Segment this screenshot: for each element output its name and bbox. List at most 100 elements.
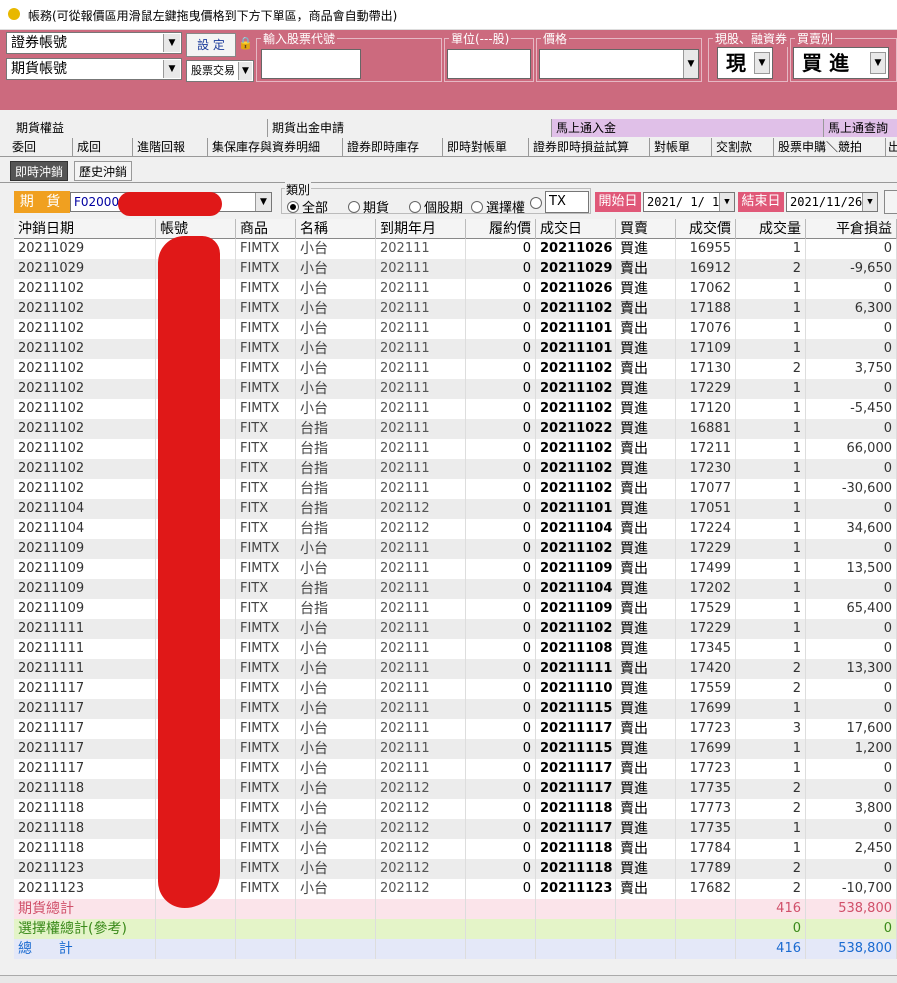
trade-type-select[interactable]: 股票交易 ▼ bbox=[186, 60, 254, 82]
table-row[interactable]: 20211123 FIMTX 小台 202112 0 20211123 賣出 17682 2 -1… bbox=[14, 879, 897, 899]
table-row[interactable]: 20211109 FITX 台指 202111 0 20211109 賣出 17529 1 65,… bbox=[14, 599, 897, 619]
table-row[interactable]: 20211102 FITX 台指 202111 0 20211022 買進 16881 1 0 bbox=[14, 419, 897, 439]
tab-more[interactable]: 出 bbox=[886, 138, 897, 156]
table-row[interactable]: 20211118 FIMTX 小台 202112 0 20211118 賣出 17773 2 3,… bbox=[14, 799, 897, 819]
product-input[interactable]: TX bbox=[545, 191, 589, 213]
table-row[interactable]: 20211102 FIMTX 小台 202111 0 20211101 買進 17109 1 0 bbox=[14, 339, 897, 359]
col-header-offset-date[interactable]: 沖銷日期 bbox=[14, 219, 156, 239]
table-row[interactable]: 20211111 FIMTX 小台 202111 0 20211102 買進 17229 1 0 bbox=[14, 619, 897, 639]
table-row[interactable]: 20211117 FIMTX 小台 202111 0 20211115 買進 17699 1 0 bbox=[14, 699, 897, 719]
table-row[interactable]: 20211118 FIMTX 小台 202112 0 20211118 賣出 17784 1 2,… bbox=[14, 839, 897, 859]
table-row[interactable]: 20211029 FIMTX 小台 202111 0 20211026 買進 16955 1 0 bbox=[14, 239, 897, 259]
cell-name: 台指 bbox=[296, 499, 376, 519]
tab-custody-inventory[interactable]: 集保庫存與資券明細 bbox=[208, 138, 343, 156]
table-row[interactable]: 20211111 FIMTX 小台 202111 0 20211108 買進 17345 1 0 bbox=[14, 639, 897, 659]
table-row[interactable]: 20211109 FIMTX 小台 202111 0 20211109 賣出 17499 1 13… bbox=[14, 559, 897, 579]
cell-price: 17109 bbox=[676, 339, 736, 359]
tab-futures-equity[interactable]: 期貨權益 bbox=[12, 119, 268, 137]
col-header-product[interactable]: 商品 bbox=[236, 219, 296, 239]
stock-code-input[interactable] bbox=[261, 49, 361, 79]
table-row[interactable]: 20211102 FIMTX 小台 202111 0 20211102 買進 17120 1 -5… bbox=[14, 399, 897, 419]
radio-product[interactable] bbox=[530, 197, 545, 212]
table-row[interactable]: 20211117 FIMTX 小台 202111 0 20211117 賣出 17723 3 17… bbox=[14, 719, 897, 739]
chevron-down-icon[interactable]: ▼ bbox=[683, 50, 698, 78]
cell-trade-date: 20211102 bbox=[536, 359, 616, 379]
table-row[interactable]: 20211109 FITX 台指 202111 0 20211104 買進 17202 1 0 bbox=[14, 579, 897, 599]
tab-realtime-statement[interactable]: 即時對帳單 bbox=[443, 138, 529, 156]
col-header-side[interactable]: 買賣 bbox=[616, 219, 676, 239]
table-row[interactable]: 20211117 FIMTX 小台 202111 0 20211110 買進 17559 2 0 bbox=[14, 679, 897, 699]
table-row[interactable]: 20211111 FIMTX 小台 202111 0 20211111 賣出 17420 2 13… bbox=[14, 659, 897, 679]
table-row[interactable]: 20211123 FIMTX 小台 202112 0 20211118 買進 17789 2 0 bbox=[14, 859, 897, 879]
tab-futures-withdraw[interactable]: 期貨出金申請 bbox=[268, 119, 552, 137]
col-header-expiry[interactable]: 到期年月 bbox=[376, 219, 466, 239]
tab-securities-inventory[interactable]: 證券即時庫存 bbox=[343, 138, 443, 156]
chevron-down-icon[interactable]: ▼ bbox=[255, 193, 271, 211]
table-row[interactable]: 20211029 FIMTX 小台 202111 0 20211029 賣出 16912 2 -9… bbox=[14, 259, 897, 279]
table-row[interactable]: 20211102 FIMTX 小台 202111 0 20211102 賣出 17188 1 6,… bbox=[14, 299, 897, 319]
cell-pnl: 0 bbox=[806, 459, 897, 479]
radio-all[interactable]: 全部 bbox=[287, 197, 328, 216]
table-row[interactable]: 20211102 FITX 台指 202111 0 20211102 賣出 17211 1 66,… bbox=[14, 439, 897, 459]
cash-margin-select[interactable]: 現 ▼ bbox=[717, 47, 773, 79]
table-row[interactable]: 20211117 FIMTX 小台 202111 0 20211117 賣出 17723 1 0 bbox=[14, 759, 897, 779]
chevron-down-icon[interactable]: ▼ bbox=[870, 52, 886, 74]
tab-pnl-calculation[interactable]: 證券即時損益試算 bbox=[529, 138, 650, 156]
col-header-pnl[interactable]: 平倉損益 bbox=[806, 219, 897, 239]
end-date-picker[interactable]: 2021/11/26 ▼ bbox=[786, 192, 878, 212]
subtab-history-offset[interactable]: 歷史沖銷 bbox=[74, 161, 133, 181]
radio-options[interactable]: 選擇權 bbox=[471, 197, 525, 216]
cell-pnl: 0 bbox=[806, 619, 897, 639]
table-row[interactable]: 20211102 FIMTX 小台 202111 0 20211102 賣出 17130 2 3,… bbox=[14, 359, 897, 379]
table-row[interactable]: 20211102 FITX 台指 202111 0 20211102 賣出 17077 1 -30… bbox=[14, 479, 897, 499]
table-row[interactable]: 20211102 FIMTX 小台 202111 0 20211101 賣出 17076 1 0 bbox=[14, 319, 897, 339]
table-row[interactable]: 20211104 FITX 台指 202112 0 20211104 賣出 17224 1 34,… bbox=[14, 519, 897, 539]
chevron-down-icon[interactable]: ▼ bbox=[719, 193, 734, 211]
col-header-price[interactable]: 成交價 bbox=[676, 219, 736, 239]
chevron-down-icon[interactable]: ▼ bbox=[163, 60, 180, 78]
unit-input[interactable] bbox=[447, 49, 531, 79]
price-input[interactable]: ▼ bbox=[539, 49, 699, 79]
tab-ipo-subscription[interactable]: 股票申購＼競拍 bbox=[774, 138, 886, 156]
radio-stock-futures[interactable]: 個股期 bbox=[409, 197, 463, 216]
cell-expiry: 202111 bbox=[376, 659, 466, 679]
start-date-picker[interactable]: 2021/ 1/ 1 ▼ bbox=[643, 192, 735, 212]
lock-icon[interactable]: 🔒 bbox=[238, 36, 253, 52]
set-button[interactable]: 設 定 bbox=[186, 33, 236, 57]
cell-offset-date: 20211111 bbox=[14, 659, 156, 679]
tab-quick-deposit[interactable]: 馬上通入金 bbox=[552, 119, 824, 137]
table-row[interactable]: 20211102 FIMTX 小台 202111 0 20211026 買進 17062 1 0 bbox=[14, 279, 897, 299]
tab-settlement[interactable]: 交割款 bbox=[712, 138, 774, 156]
tab-quick-query[interactable]: 馬上通查詢 bbox=[824, 119, 897, 137]
futures-account-select[interactable]: 期貨帳號 ▼ bbox=[6, 58, 182, 80]
table-row[interactable]: 20211104 FITX 台指 202112 0 20211101 買進 17051 1 0 bbox=[14, 499, 897, 519]
cell-offset-date: 20211117 bbox=[14, 739, 156, 759]
col-header-qty[interactable]: 成交量 bbox=[736, 219, 806, 239]
col-header-strike[interactable]: 履約價 bbox=[466, 219, 536, 239]
tab-advanced-report[interactable]: 進階回報 bbox=[133, 138, 208, 156]
query-button[interactable] bbox=[884, 190, 897, 214]
account-value: F02000 bbox=[74, 195, 120, 209]
chevron-down-icon[interactable]: ▼ bbox=[238, 62, 252, 80]
col-header-trade-date[interactable]: 成交日 bbox=[536, 219, 616, 239]
tab-fill-reply[interactable]: 成回 bbox=[73, 138, 133, 156]
side-select[interactable]: 買 進 ▼ bbox=[793, 47, 889, 79]
subtab-realtime-offset[interactable]: 即時沖銷 bbox=[10, 161, 69, 181]
cell-side: 賣出 bbox=[616, 479, 676, 499]
radio-futures[interactable]: 期貨 bbox=[348, 197, 389, 216]
tab-statement[interactable]: 對帳單 bbox=[650, 138, 712, 156]
tab-order-reply[interactable]: 委回 bbox=[8, 138, 73, 156]
table-row[interactable]: 20211109 FIMTX 小台 202111 0 20211102 買進 17229 1 0 bbox=[14, 539, 897, 559]
table-row[interactable]: 20211118 FIMTX 小台 202112 0 20211117 買進 17735 1 0 bbox=[14, 819, 897, 839]
chevron-down-icon[interactable]: ▼ bbox=[754, 52, 770, 74]
table-row[interactable]: 20211102 FITX 台指 202111 0 20211102 買進 17230 1 0 bbox=[14, 459, 897, 479]
chevron-down-icon[interactable]: ▼ bbox=[163, 34, 180, 52]
securities-account-select[interactable]: 證券帳號 ▼ bbox=[6, 32, 182, 54]
table-row[interactable]: 20211118 FIMTX 小台 202112 0 20211117 買進 17735 2 0 bbox=[14, 779, 897, 799]
col-header-name[interactable]: 名稱 bbox=[296, 219, 376, 239]
cell-name: 小台 bbox=[296, 239, 376, 259]
table-row[interactable]: 20211102 FIMTX 小台 202111 0 20211102 買進 17229 1 0 bbox=[14, 379, 897, 399]
chevron-down-icon[interactable]: ▼ bbox=[862, 193, 877, 211]
table-row[interactable]: 20211117 FIMTX 小台 202111 0 20211115 買進 17699 1 1,… bbox=[14, 739, 897, 759]
cell-price: 17559 bbox=[676, 679, 736, 699]
